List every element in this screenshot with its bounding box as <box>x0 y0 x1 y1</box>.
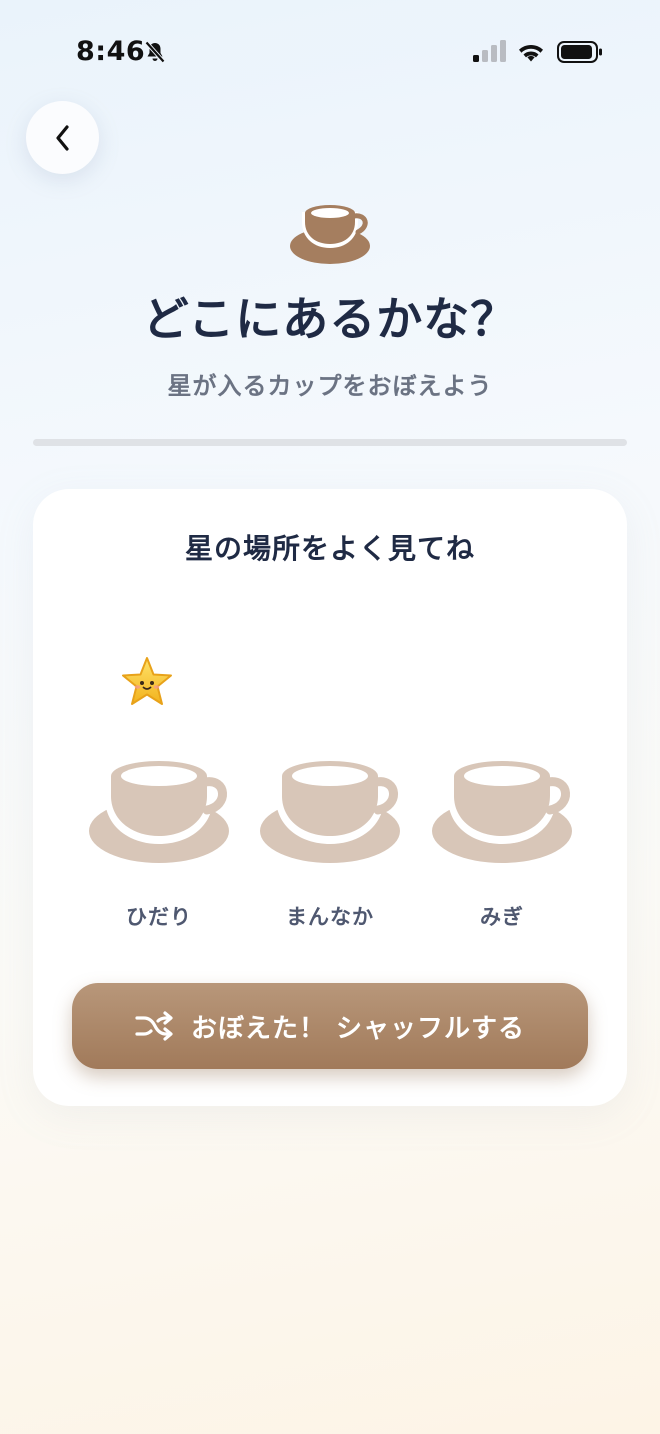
battery-icon <box>557 41 602 63</box>
progress-bar <box>33 439 627 446</box>
cup-label: みぎ <box>480 905 524 929</box>
cup-right-icon <box>432 761 572 863</box>
page-title: どこにあるかな？ <box>142 292 518 346</box>
cup-label: まんなか <box>286 905 374 929</box>
cup-label: ひだり <box>126 905 192 929</box>
cup-right[interactable]: みぎ <box>430 754 574 929</box>
cup-left-icon <box>89 761 229 863</box>
cup-middle-icon <box>260 761 400 863</box>
card-heading: 星の場所をよく見てね <box>184 532 475 565</box>
cup-middle[interactable]: まんなか <box>258 754 402 929</box>
wifi-icon <box>519 45 543 62</box>
status-time: 8:46 <box>76 36 146 67</box>
bell-slash-icon <box>145 41 165 63</box>
page-subtitle: 星が入るカップをおぼえよう <box>167 372 493 400</box>
game-card: 星の場所をよく見てね ひだり まんなか みぎ おぼえた！ シャッフルする <box>33 489 627 1106</box>
chevron-left-icon <box>55 124 69 151</box>
coffee-cup-icon <box>290 205 370 264</box>
cup-left[interactable]: ひだり <box>87 754 231 929</box>
shuffle-button[interactable]: おぼえた！ シャッフルする <box>72 983 588 1069</box>
status-bar: 8:46 <box>0 0 660 100</box>
cellular-signal-icon <box>473 40 506 62</box>
shuffle-button-label: おぼえた！ シャッフルする <box>190 1013 526 1044</box>
smiling-star-icon <box>122 657 172 705</box>
shuffle-icon <box>135 1011 173 1041</box>
back-button[interactable] <box>26 101 99 174</box>
